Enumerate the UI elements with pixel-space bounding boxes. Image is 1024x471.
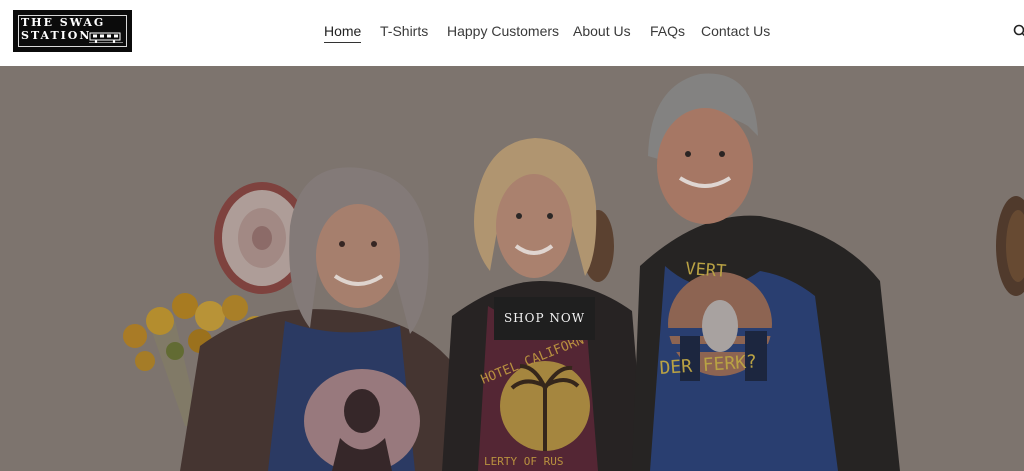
nav-item-contact-us[interactable]: Contact Us <box>701 22 770 40</box>
site-header: THE SWAG STATION Home T-Shirts Happy Cus… <box>0 0 1024 66</box>
nav-item-home[interactable]: Home <box>324 22 362 43</box>
logo-text-line1: THE SWAG <box>21 16 106 29</box>
nav-item-about-us[interactable]: About Us <box>573 22 631 40</box>
nav-item-tshirts[interactable]: T-Shirts <box>380 22 428 40</box>
hero-image: VERT DER FERK? HOTEL CALIFORN LERTY OF R… <box>0 66 1024 471</box>
hero-banner: VERT DER FERK? HOTEL CALIFORN LERTY OF R… <box>0 66 1024 471</box>
search-icon[interactable] <box>1013 24 1024 38</box>
nav-item-faqs[interactable]: FAQs <box>650 22 685 40</box>
nav-item-happy-customers[interactable]: Happy Customers <box>447 22 559 40</box>
logo-text-line2: STATION <box>21 29 92 42</box>
train-icon <box>89 32 123 43</box>
shop-now-button[interactable]: SHOP NOW <box>494 297 595 340</box>
brand-logo[interactable]: THE SWAG STATION <box>13 10 132 52</box>
